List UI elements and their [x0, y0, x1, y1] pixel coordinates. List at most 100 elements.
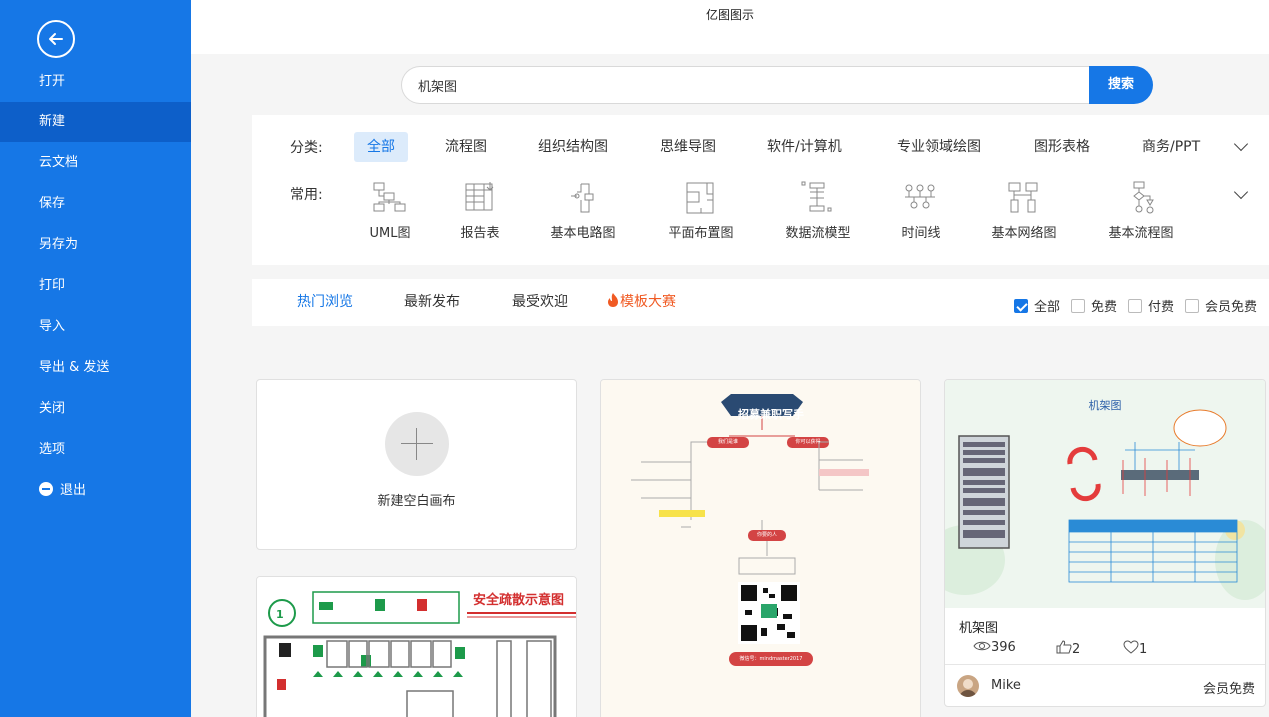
filter-all-checkbox[interactable]: 全部: [1014, 296, 1060, 315]
chevron-down-icon[interactable]: [1233, 136, 1249, 152]
sidebar-item-label: 导入: [39, 319, 66, 334]
template-timeline[interactable]: 时间线: [871, 180, 971, 241]
likes-value: 2: [1072, 642, 1081, 657]
sidebar-item-label: 导出 & 发送: [39, 360, 110, 375]
arrow-left-icon: [49, 33, 63, 45]
filter-free-checkbox[interactable]: 免费: [1071, 296, 1117, 315]
template-uml[interactable]: UML图: [340, 180, 440, 241]
search-input[interactable]: [401, 66, 1101, 104]
template-report[interactable]: 报告表: [430, 180, 530, 241]
checkbox-label: 付费: [1148, 300, 1175, 315]
tab-label: 模板大赛: [620, 294, 676, 310]
category-org-chart[interactable]: 组织结构图: [525, 132, 621, 162]
sidebar-item-open[interactable]: 打开: [0, 62, 191, 102]
checkbox-label: 免费: [1091, 300, 1118, 315]
category-flowchart[interactable]: 流程图: [432, 132, 500, 162]
template-data-flow[interactable]: 数据流模型: [768, 180, 868, 241]
template-network[interactable]: 基本网络图: [974, 180, 1074, 241]
plus-icon: [385, 412, 449, 476]
card-title: 机架图: [959, 621, 999, 636]
sidebar-item-label: 另存为: [39, 237, 79, 252]
eye-icon: [973, 641, 991, 651]
category-graphic-table[interactable]: 图形表格: [1021, 132, 1103, 162]
sidebar-item-save-as[interactable]: 另存为: [0, 225, 191, 265]
favorite-button[interactable]: 1: [1123, 640, 1147, 657]
divider: [945, 664, 1265, 665]
category-professional[interactable]: 专业领域绘图: [884, 132, 994, 162]
sidebar-item-cloud-docs[interactable]: 云文档: [0, 143, 191, 183]
common-label: 常用:: [290, 187, 323, 203]
sidebar-item-print[interactable]: 打印: [0, 266, 191, 306]
sidebar-item-label: 关闭: [39, 401, 66, 416]
network-icon: [1008, 182, 1038, 213]
views-count: 396: [973, 640, 1016, 655]
tabs-bar: 热门浏览 最新发布 最受欢迎 模板大赛 全部 免费 付费 会员免费: [252, 279, 1269, 326]
category-software[interactable]: 软件/计算机: [754, 132, 855, 162]
template-label: 平面布置图: [668, 226, 734, 241]
template-label: UML图: [369, 226, 411, 241]
back-button[interactable]: [37, 20, 75, 58]
category-business-ppt[interactable]: 商务/PPT: [1129, 132, 1213, 162]
sidebar-item-save[interactable]: 保存: [0, 184, 191, 224]
sidebar-item-options[interactable]: 选项: [0, 430, 191, 470]
search-bar: 搜索: [401, 66, 1153, 104]
sidebar-item-close[interactable]: 关闭: [0, 389, 191, 429]
author-name[interactable]: Mike: [991, 678, 1021, 693]
template-card-rack[interactable]: 机架图 机架图 396 2 1 Mike 会员免费: [944, 379, 1266, 707]
avatar[interactable]: [957, 675, 979, 697]
sidebar: 打开 新建 云文档 保存 另存为 打印 导入 导出 & 发送 关闭 选项 退出: [0, 0, 191, 717]
uml-icon: [373, 182, 406, 212]
sidebar-item-new[interactable]: 新建: [0, 102, 191, 142]
category-label: 分类:: [290, 140, 323, 156]
mindmap-branch-left: 我们是谁: [717, 439, 738, 445]
like-button[interactable]: 2: [1056, 640, 1080, 657]
template-label: 报告表: [460, 226, 500, 241]
sidebar-item-label: 保存: [39, 196, 66, 211]
favs-value: 1: [1139, 642, 1148, 657]
new-blank-canvas-card[interactable]: 新建空白画布: [256, 379, 577, 550]
timeline-icon: [905, 184, 935, 209]
checkbox-checked-icon: [1014, 299, 1028, 313]
tab-hot[interactable]: 热门浏览: [297, 291, 353, 311]
flowchart-icon: [1133, 181, 1154, 214]
template-label: 基本电路图: [550, 226, 616, 241]
checkbox-label: 全部: [1034, 300, 1061, 315]
fire-icon: [608, 293, 618, 307]
checkbox-icon: [1185, 299, 1199, 313]
sidebar-item-import[interactable]: 导入: [0, 307, 191, 347]
floor-plan-icon: [686, 182, 714, 214]
thumbs-up-icon: [1056, 640, 1072, 654]
tab-popular[interactable]: 最受欢迎: [512, 291, 568, 311]
template-basic-flowchart[interactable]: 基本流程图: [1091, 180, 1191, 241]
search-button[interactable]: 搜索: [1089, 66, 1153, 104]
filter-panel: 分类: 全部 流程图 组织结构图 思维导图 软件/计算机 专业领域绘图 图形表格…: [252, 115, 1269, 265]
safety-thumb-title: 安全疏散示意图: [473, 593, 565, 608]
sidebar-item-label: 打印: [39, 278, 66, 293]
tab-latest[interactable]: 最新发布: [404, 291, 460, 311]
category-mind-map[interactable]: 思维导图: [647, 132, 729, 162]
template-card-recruit-mindmap[interactable]: 招募兼职写手 我们是谁 你可以获得 你要的人 微信号：mindmaster201…: [600, 379, 921, 717]
template-floor-plan[interactable]: 平面布置图: [651, 180, 751, 241]
checkbox-icon: [1128, 299, 1142, 313]
tab-contest[interactable]: 模板大赛: [606, 291, 676, 311]
sidebar-item-exit[interactable]: 退出: [0, 471, 191, 511]
circuit-icon: [571, 183, 594, 213]
rack-thumb-title: 机架图: [1088, 399, 1122, 412]
template-label: 基本网络图: [991, 226, 1057, 241]
rack-thumbnail: [945, 380, 1265, 608]
views-value: 396: [991, 640, 1016, 655]
checkbox-label: 会员免费: [1205, 300, 1258, 315]
filter-member-free-checkbox[interactable]: 会员免费: [1185, 296, 1257, 315]
mindmap-thumbnail: [601, 380, 920, 717]
category-all[interactable]: 全部: [354, 132, 408, 162]
template-circuit[interactable]: 基本电路图: [533, 180, 633, 241]
template-label: 数据流模型: [785, 226, 851, 241]
template-card-safety[interactable]: 1 安全疏散示意图: [256, 576, 577, 717]
sidebar-item-label: 新建: [39, 114, 66, 129]
sidebar-item-export-send[interactable]: 导出 & 发送: [0, 348, 191, 388]
sidebar-item-label: 退出: [60, 483, 87, 498]
sidebar-item-label: 选项: [39, 442, 66, 457]
chevron-down-icon[interactable]: [1233, 184, 1249, 200]
filter-paid-checkbox[interactable]: 付费: [1128, 296, 1174, 315]
mindmap-branch-bottom: 你要的人: [756, 532, 777, 538]
